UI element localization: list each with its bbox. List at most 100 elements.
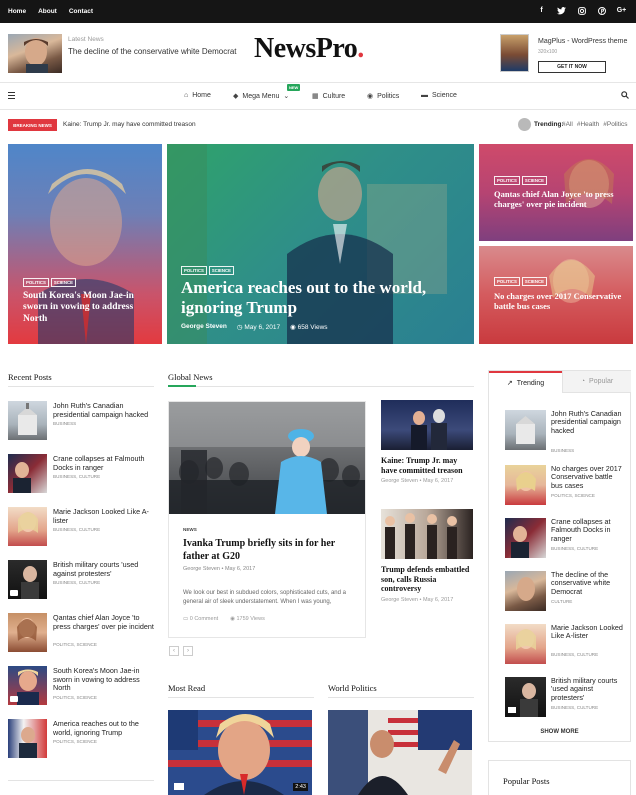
post-views-text: 658 Views bbox=[297, 324, 328, 331]
trending-title: Crane collapses at Falmouth Docks in ran… bbox=[551, 517, 611, 543]
instagram-icon[interactable] bbox=[577, 6, 586, 15]
latest-news-headline[interactable]: The decline of the conservative white De… bbox=[68, 47, 237, 56]
recent-post-item[interactable]: Crane collapses at Falmouth Docks in ran… bbox=[8, 454, 158, 496]
trending-item[interactable]: John Ruth's Canadian presidential campai… bbox=[505, 409, 625, 453]
prev-page-button[interactable]: ‹ bbox=[169, 646, 179, 656]
trending-item[interactable]: British military courts 'used against pr… bbox=[505, 676, 625, 719]
facebook-icon[interactable]: f bbox=[537, 6, 546, 15]
recent-post-item[interactable]: British military courts 'used against pr… bbox=[8, 560, 158, 602]
hero-right-bottom-title[interactable]: No charges over 2017 Conservative battle… bbox=[494, 291, 622, 311]
trending-item[interactable]: The decline of the conservative white De… bbox=[505, 570, 625, 613]
tab-popular[interactable]: ◔ Popular bbox=[562, 371, 631, 393]
tag-politics[interactable]: POLITICS bbox=[181, 266, 207, 275]
hero-right-top-title[interactable]: Qantas chief Alan Joyce 'to press charge… bbox=[494, 189, 626, 209]
top-link-contact[interactable]: Contact bbox=[69, 8, 93, 15]
global-news-divider bbox=[168, 386, 474, 387]
hero-card-right-top[interactable]: POLITICS SCIENCE Qantas chief Alan Joyce… bbox=[479, 144, 633, 241]
recent-post-thumbnail bbox=[8, 401, 47, 440]
trending-tag-health[interactable]: #Health bbox=[577, 121, 599, 128]
hero-left-title[interactable]: South Korea's Moon Jae-in sworn in vowin… bbox=[23, 291, 153, 325]
top-link-home[interactable]: Home bbox=[8, 8, 26, 15]
show-more-button[interactable]: SHOW MORE bbox=[489, 729, 630, 735]
trending-item[interactable]: No charges over 2017 Conservative battle… bbox=[505, 464, 625, 507]
site-header: Latest News The decline of the conservat… bbox=[0, 23, 636, 82]
tab-trending-label: Trending bbox=[516, 379, 545, 387]
tag-politics[interactable]: POLITICS bbox=[494, 176, 520, 185]
post-date: ◷ May 6, 2017 bbox=[237, 323, 280, 331]
trending-tag-politics[interactable]: #Politics bbox=[603, 121, 627, 128]
logo-text: NewsPro bbox=[254, 33, 358, 64]
next-page-button[interactable]: › bbox=[183, 646, 193, 656]
global-news-featured-footer: ▭ 0 Comment ◉ 1759 Views bbox=[183, 616, 265, 622]
global-news-category[interactable]: NEWS bbox=[183, 527, 197, 532]
ad-magazine-cover[interactable] bbox=[500, 34, 529, 72]
tab-trending[interactable]: ↗ Trending bbox=[489, 371, 562, 393]
trending-thumbnail bbox=[505, 624, 546, 664]
recent-post-item[interactable]: South Korea's Moon Jae-in sworn in vowin… bbox=[8, 666, 158, 708]
diamond-icon: ◆ bbox=[233, 93, 239, 100]
most-read-image[interactable]: 2:43 bbox=[168, 710, 312, 795]
global-news-featured-meta: George Steven • May 6, 2017 bbox=[183, 566, 256, 572]
popular-icon: ◔ bbox=[580, 378, 586, 385]
tag-politics[interactable]: POLITICS bbox=[494, 277, 520, 286]
recent-post-item[interactable]: America reaches out to the world, ignori… bbox=[8, 719, 158, 761]
views-count: ◉ 1759 Views bbox=[230, 616, 265, 622]
recent-post-thumbnail bbox=[8, 507, 47, 546]
trending-title: John Ruth's Canadian presidential campai… bbox=[551, 409, 622, 435]
search-icon[interactable] bbox=[621, 91, 629, 99]
logo-dot: . bbox=[357, 33, 364, 64]
trending-tag-all[interactable]: #All bbox=[562, 121, 573, 128]
tag-science[interactable]: SCIENCE bbox=[50, 278, 76, 287]
breaking-news-text[interactable]: Kaine: Trump Jr. may have committed trea… bbox=[63, 121, 196, 128]
recent-post-title: British military courts 'used against pr… bbox=[53, 560, 139, 578]
comments-count[interactable]: ▭ 0 Comment bbox=[183, 616, 218, 622]
tag-science[interactable]: SCIENCE bbox=[521, 176, 547, 185]
recent-post-item[interactable]: John Ruth's Canadian presidential campai… bbox=[8, 401, 158, 443]
site-logo[interactable]: NewsPro. bbox=[254, 33, 364, 65]
get-it-now-button[interactable]: GET IT NOW bbox=[538, 61, 606, 73]
hero-right-bottom-tags: POLITICS SCIENCE bbox=[494, 277, 547, 286]
nav-item-home[interactable]: ⌂ Home bbox=[184, 92, 211, 99]
trending-thumbnail bbox=[505, 518, 546, 558]
video-icon bbox=[10, 590, 18, 596]
post-date-text: May 6, 2017 bbox=[244, 324, 281, 331]
global-news-featured-card[interactable]: NEWS Ivanka Trump briefly sits in for he… bbox=[168, 401, 366, 638]
tag-science[interactable]: SCIENCE bbox=[521, 277, 547, 286]
nav-label: Culture bbox=[322, 92, 346, 100]
pinterest-icon[interactable] bbox=[597, 6, 606, 15]
googleplus-icon[interactable]: G+ bbox=[617, 6, 627, 15]
tab-popular-label: Popular bbox=[589, 378, 614, 385]
recent-post-title: Qantas chief Alan Joyce 'to press charge… bbox=[53, 613, 154, 631]
trending-thumbnail bbox=[505, 571, 546, 611]
author-name[interactable]: George Steven bbox=[181, 323, 227, 331]
global-news-side-item[interactable]: Trump defends embattled son, calls Russi… bbox=[381, 509, 473, 603]
nav-item-politics[interactable]: ◉ Politics bbox=[367, 92, 399, 101]
recent-post-category: POLITICS, SCIENCE bbox=[53, 642, 97, 647]
most-read-divider bbox=[168, 697, 314, 698]
twitter-icon[interactable] bbox=[557, 6, 566, 15]
social-links: f G+ bbox=[537, 6, 626, 15]
world-politics-divider bbox=[328, 697, 474, 698]
global-news-side-item[interactable]: Kaine: Trump Jr. may have committed trea… bbox=[381, 400, 473, 484]
recent-post-item[interactable]: Qantas chief Alan Joyce 'to press charge… bbox=[8, 613, 158, 655]
world-politics-image[interactable] bbox=[328, 710, 472, 795]
tag-politics[interactable]: POLITICS bbox=[23, 278, 49, 287]
nav-item-science[interactable]: ▬ Science bbox=[421, 92, 457, 99]
hero-main-title[interactable]: America reaches out to the world, ignori… bbox=[181, 278, 463, 319]
nav-item-mega-menu[interactable]: ◆ Mega Menu ⌄ bbox=[233, 92, 289, 101]
science-icon: ▬ bbox=[421, 92, 428, 99]
hero-card-right-bottom[interactable]: POLITICS SCIENCE No charges over 2017 Co… bbox=[479, 246, 633, 344]
latest-news-thumbnail[interactable] bbox=[8, 34, 62, 73]
trending-item[interactable]: Crane collapses at Falmouth Docks in ran… bbox=[505, 517, 625, 560]
top-link-about[interactable]: About bbox=[38, 8, 57, 15]
hero-card-main[interactable]: POLITICS SCIENCE America reaches out to … bbox=[167, 144, 474, 344]
tag-science[interactable]: SCIENCE bbox=[208, 266, 234, 275]
hero-card-left[interactable]: POLITICS SCIENCE South Korea's Moon Jae-… bbox=[8, 144, 162, 344]
hamburger-menu-icon[interactable] bbox=[8, 92, 15, 99]
global-news-side-title: Kaine: Trump Jr. may have committed trea… bbox=[381, 456, 463, 475]
global-news-featured-title[interactable]: Ivanka Trump briefly sits in for her fat… bbox=[183, 538, 355, 563]
recent-post-thumbnail bbox=[8, 719, 47, 758]
trending-item[interactable]: Marie Jackson Looked Like A-lister BUSIN… bbox=[505, 623, 625, 666]
recent-post-item[interactable]: Marie Jackson Looked Like A-lister BUSIN… bbox=[8, 507, 158, 549]
nav-item-culture[interactable]: ▦ Culture bbox=[312, 92, 346, 101]
